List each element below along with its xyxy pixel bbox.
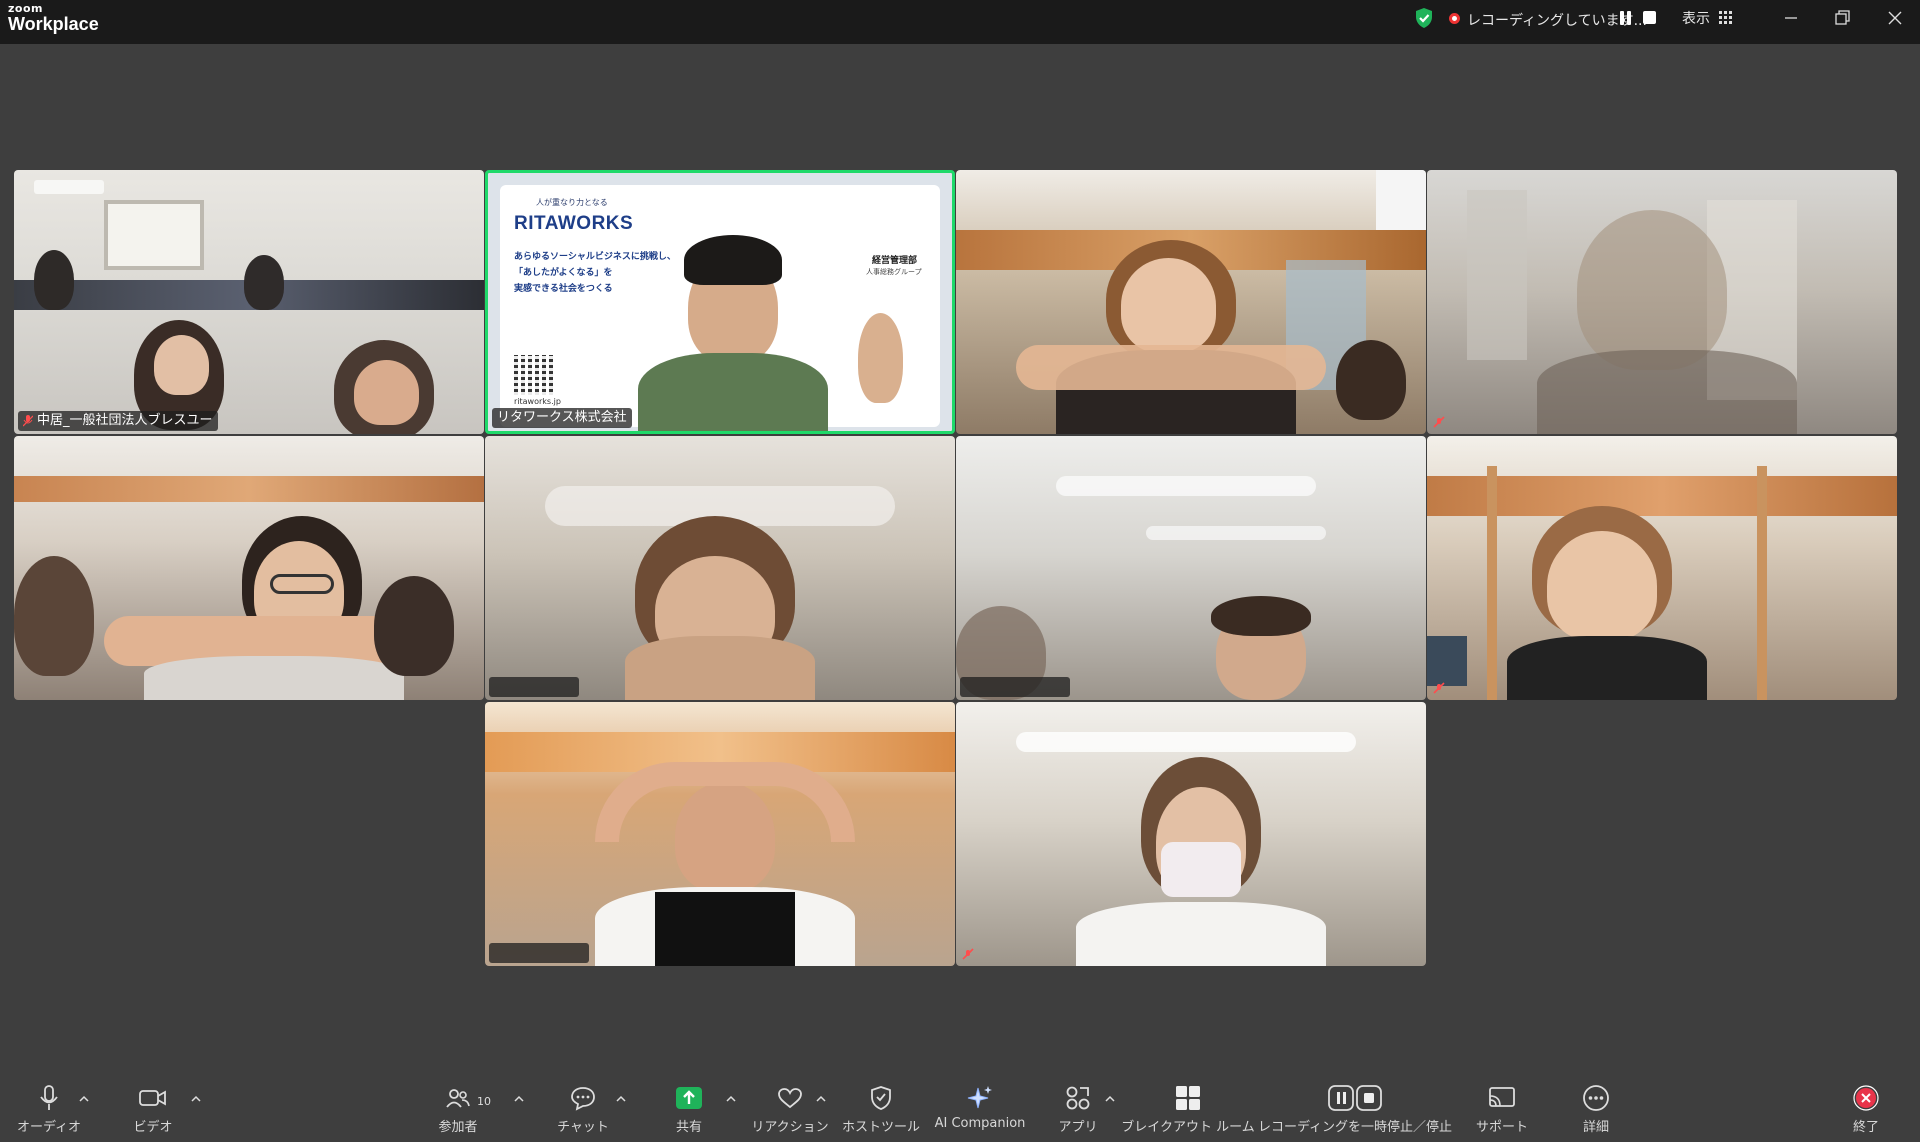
slide-line-1: あらゆるソーシャルビジネスに挑戦し、 [514, 252, 676, 262]
reactions-label: リアクション [751, 1120, 829, 1135]
share-button[interactable]: 共有 [659, 1080, 719, 1142]
recording-stop-icon[interactable] [1643, 11, 1656, 24]
mic-muted-icon [1433, 682, 1445, 694]
reactions-button[interactable]: リアクション [751, 1080, 829, 1142]
participants-options-chevron-icon[interactable] [513, 1094, 525, 1104]
participants-label: 参加者 [438, 1120, 478, 1135]
support-button[interactable]: サポート [1472, 1080, 1532, 1142]
participant-name: 中居_一般社団法人ブレスユー [18, 411, 218, 431]
video-options-chevron-icon[interactable] [190, 1094, 202, 1104]
apps-label: アプリ [1058, 1120, 1098, 1135]
mic-muted-icon [962, 948, 974, 960]
grid-view-icon[interactable] [1719, 11, 1732, 24]
participants-button[interactable]: 参加者 [428, 1080, 488, 1142]
close-window-icon[interactable] [1875, 4, 1915, 32]
apps-options-chevron-icon[interactable] [1104, 1094, 1116, 1104]
more-dots-icon [1583, 1085, 1609, 1111]
chat-button[interactable]: チャット [553, 1080, 613, 1142]
video-tile-8[interactable] [1427, 436, 1897, 700]
host-tools-button[interactable]: ホストツール [841, 1080, 921, 1142]
audio-button[interactable]: オーディオ [14, 1080, 84, 1142]
video-tile-3[interactable] [956, 170, 1426, 434]
slide-line-3: 実感できる社会をつくる [514, 284, 613, 294]
apps-icon [1066, 1086, 1090, 1110]
participant-name-blurred [489, 943, 589, 963]
cast-icon [1489, 1087, 1515, 1107]
view-button[interactable]: 表示 [1682, 8, 1710, 28]
video-tile-9[interactable] [485, 702, 955, 966]
video-tile-10[interactable] [956, 702, 1426, 966]
chat-label: チャット [557, 1120, 609, 1135]
chat-options-chevron-icon[interactable] [615, 1094, 627, 1104]
video-label: ビデオ [133, 1120, 173, 1135]
participant-name: リタワークス株式会社 [492, 408, 632, 428]
end-label: 終了 [1852, 1120, 1879, 1135]
slide-tagline: 人が重なり力となる [536, 198, 608, 207]
video-button[interactable]: ビデオ [118, 1080, 188, 1142]
video-tile-7[interactable] [956, 436, 1426, 700]
apps-button[interactable]: アプリ [1050, 1080, 1106, 1142]
reactions-options-chevron-icon[interactable] [815, 1094, 827, 1104]
slide-url: ritaworks.jp [514, 397, 561, 406]
breakout-rooms-label: ブレイクアウト ルーム [1121, 1120, 1255, 1135]
slide-group: 人事総務グループ [866, 268, 922, 276]
more-button[interactable]: 詳細 [1566, 1080, 1626, 1142]
qr-code-icon [514, 355, 554, 395]
recording-dot-icon [1449, 13, 1460, 24]
heart-icon [778, 1088, 802, 1109]
recording-pause-icon[interactable] [1619, 11, 1633, 25]
recording-control-button[interactable]: レコーディングを一時停止／停止 [1258, 1080, 1452, 1142]
participant-count: 10 [477, 1095, 491, 1108]
video-camera-icon [139, 1090, 166, 1106]
mic-muted-icon [23, 415, 33, 427]
slide-dept: 経営管理部 [872, 256, 918, 266]
ai-companion-label: AI Companion [934, 1116, 1026, 1131]
app-logo: zoom Workplace [8, 3, 99, 33]
chat-icon [571, 1087, 595, 1111]
video-tile-6[interactable] [485, 436, 955, 700]
participant-name-blurred [960, 677, 1070, 697]
participant-name-label: 中居_一般社団法人ブレスユー [37, 413, 213, 428]
logo-small: zoom [8, 2, 43, 15]
share-options-chevron-icon[interactable] [725, 1094, 737, 1104]
participant-name-blurred [489, 677, 579, 697]
breakout-grid-icon [1176, 1086, 1200, 1110]
video-tile-5[interactable] [14, 436, 484, 700]
microphone-icon [40, 1085, 58, 1110]
participants-icon [446, 1089, 470, 1108]
minimize-icon[interactable] [1771, 4, 1811, 32]
audio-label: オーディオ [16, 1120, 82, 1135]
slide-brand: RITAWORKS [514, 213, 634, 234]
logo-big: Workplace [8, 14, 99, 34]
audio-options-chevron-icon[interactable] [78, 1094, 90, 1104]
host-tools-label: ホストツール [841, 1120, 920, 1135]
meeting-toolbar: オーディオ ビデオ 参加者 10 チャット 共有 リアクション ホストツール A… [0, 1080, 1920, 1142]
share-label: 共有 [675, 1120, 702, 1135]
video-tile-4[interactable] [1427, 170, 1897, 434]
end-close-icon [1853, 1085, 1879, 1111]
title-bar: zoom Workplace レコーディングしています... 表示 [0, 0, 1920, 44]
mic-muted-icon [1433, 416, 1445, 428]
participant-name-label: リタワークス株式会社 [497, 410, 627, 425]
share-screen-icon [676, 1087, 702, 1109]
recording-pause-stop-icon [1328, 1085, 1382, 1111]
more-label: 詳細 [1582, 1120, 1609, 1135]
recording-control-label: レコーディングを一時停止／停止 [1257, 1120, 1453, 1135]
slide-line-2: 「あしたがよくなる」を [514, 268, 613, 278]
end-meeting-button[interactable]: 終了 [1846, 1080, 1886, 1142]
encryption-shield-icon[interactable] [1414, 7, 1434, 29]
support-label: サポート [1475, 1120, 1528, 1135]
ai-sparkle-icon [967, 1086, 992, 1109]
restore-icon[interactable] [1822, 4, 1862, 32]
video-tile-2[interactable]: 人が重なり力となる RITAWORKS あらゆるソーシャルビジネスに挑戦し、 「… [485, 170, 955, 434]
host-shield-icon [871, 1086, 891, 1110]
breakout-rooms-button[interactable]: ブレイクアウト ルーム [1121, 1080, 1255, 1142]
video-tile-1[interactable]: 中居_一般社団法人ブレスユー [14, 170, 484, 434]
ai-companion-button[interactable]: AI Companion [932, 1080, 1028, 1142]
